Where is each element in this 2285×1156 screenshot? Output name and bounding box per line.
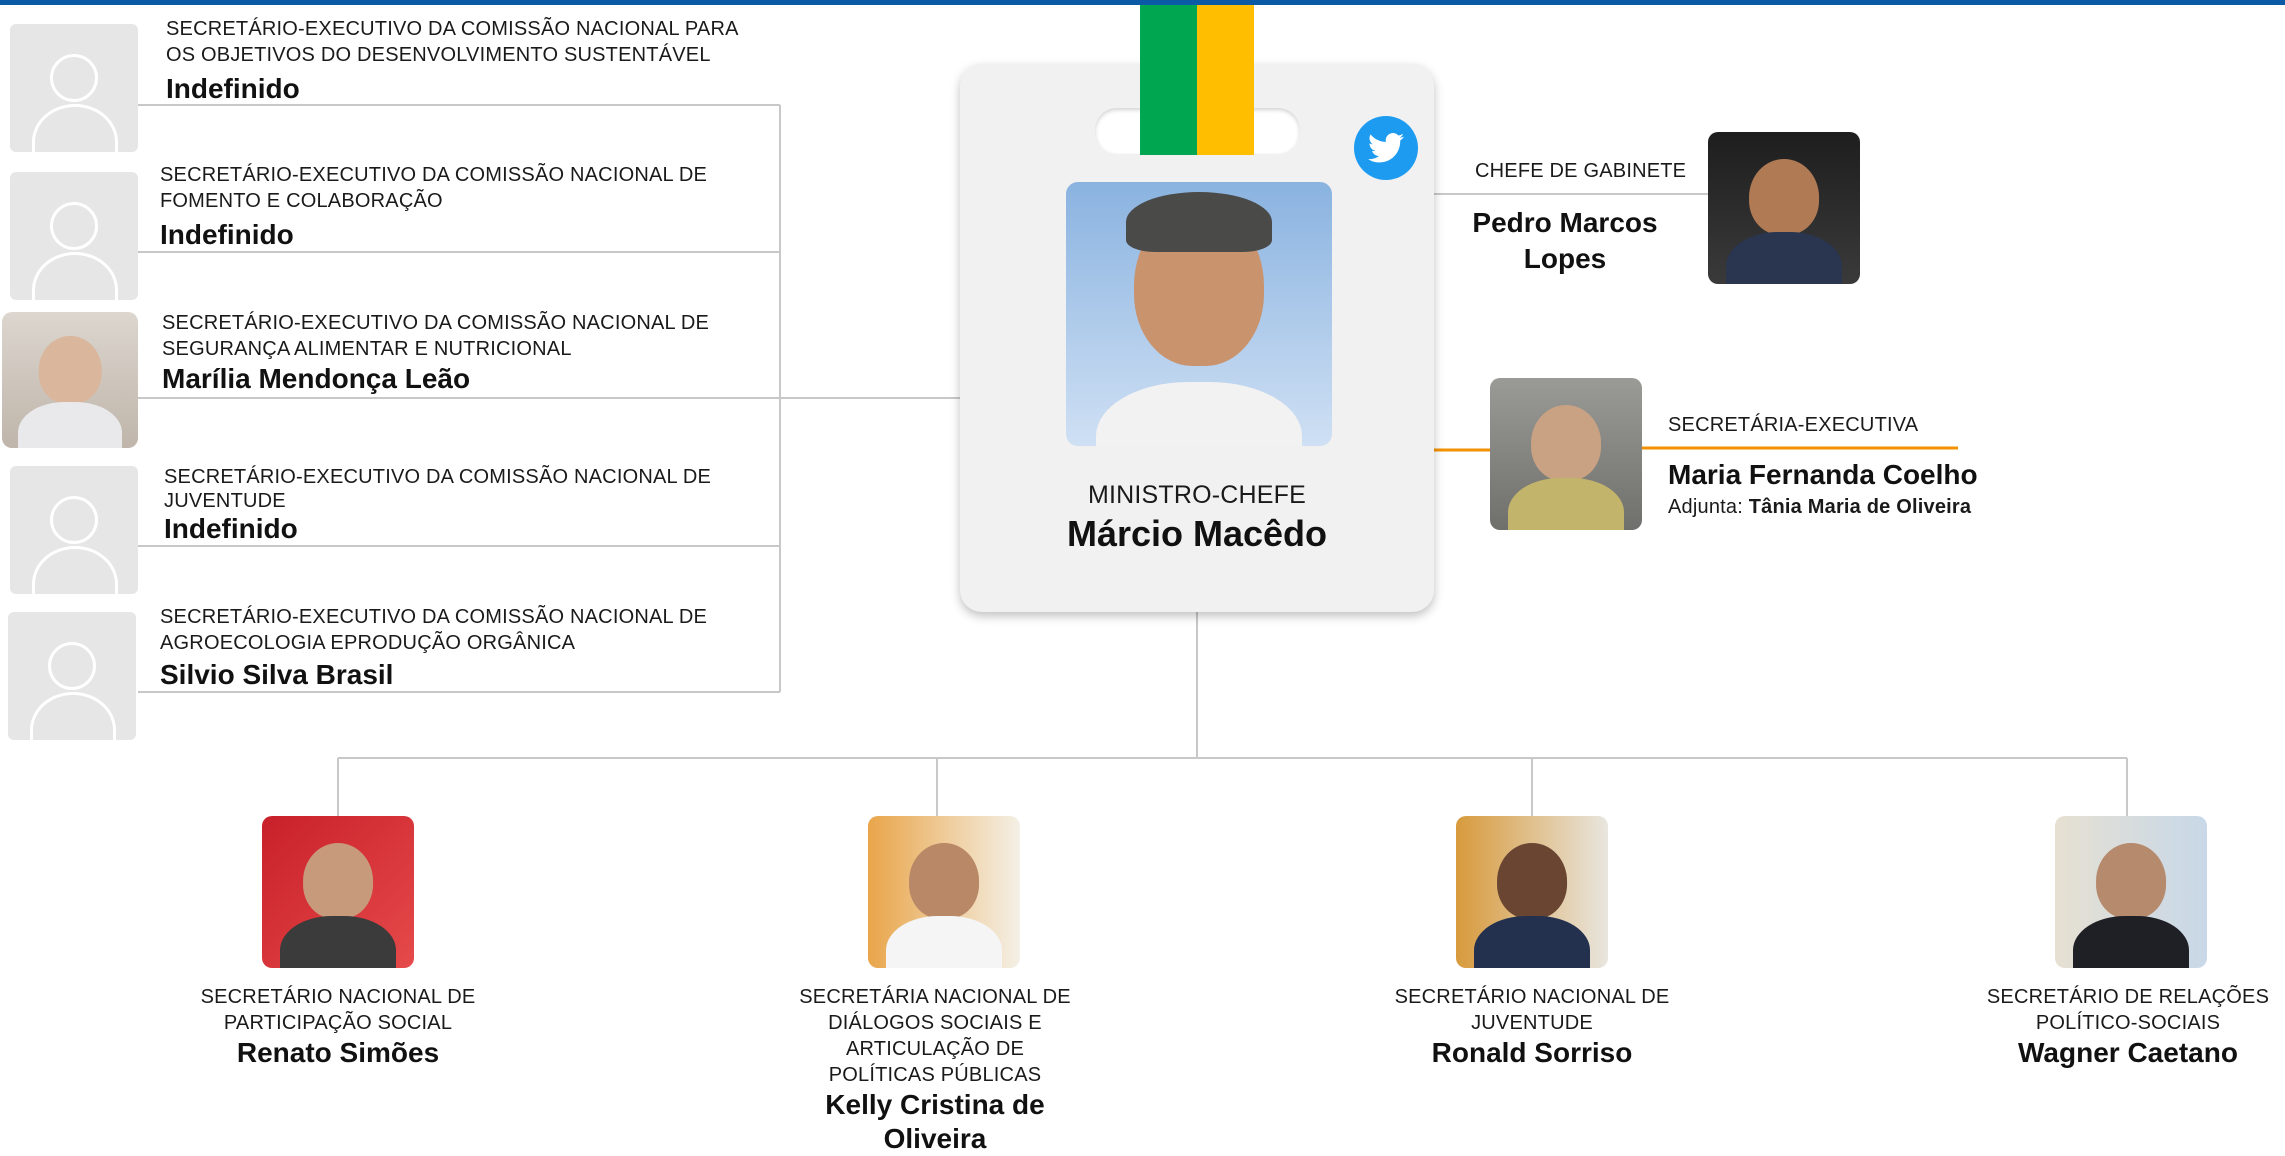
secretary-2-name-line2: Oliveira [883, 1123, 987, 1154]
executive-role: SECRETÁRIA-EXECUTIVA [1668, 414, 1919, 436]
avatar-placeholder [10, 172, 138, 300]
secretary-3-role-line1: SECRETÁRIO NACIONAL DE [1394, 986, 1670, 1008]
ribbon-yellow [1197, 5, 1254, 155]
secretary-2-role-line2: DIÁLOGOS SOCIAIS E [828, 1012, 1042, 1034]
executive-deputy: Adjunta: Tânia Maria de Oliveira [1668, 494, 1971, 520]
secretary-2-role-line4: POLÍTICAS PÚBLICAS [828, 1064, 1042, 1086]
commission-5-name: Silvio Silva Brasil [160, 659, 394, 690]
portrait-photo [1708, 132, 1860, 284]
avatar-placeholder [10, 24, 138, 152]
chief-of-staff-name-line1: Pedro Marcos [1472, 207, 1658, 238]
chief-of-staff-role: CHEFE DE GABINETE [1475, 160, 1687, 182]
avatar-placeholder [8, 612, 136, 740]
secretary-2-role-line3: ARTICULAÇÃO DE [845, 1038, 1025, 1060]
commission-3-name: Marília Mendonça Leão [162, 363, 471, 394]
minister-name: Márcio Macêdo [1066, 513, 1328, 554]
secretary-4-role-line2: POLÍTICO-SOCIAIS [2035, 1012, 2221, 1034]
secretary-4-name: Wagner Caetano [2018, 1037, 2238, 1068]
portrait-photo [868, 816, 1020, 968]
portrait-photo [1456, 816, 1608, 968]
chief-of-staff-name-line2: Lopes [1523, 243, 1607, 274]
commission-3-role-line2: SEGURANÇA ALIMENTAR E NUTRICIONAL [162, 338, 572, 360]
portrait-photo [2055, 816, 2207, 968]
secretary-2-role-line1: SECRETÁRIA NACIONAL DE [799, 986, 1071, 1008]
commission-2-role-line2: FOMENTO E COLABORAÇÃO [160, 190, 443, 212]
secretary-2-name-line1: Kelly Cristina de [825, 1089, 1045, 1120]
avatar-placeholder [10, 466, 138, 594]
minister-role: MINISTRO-CHEFE [1087, 481, 1307, 509]
commission-2-name: Indefinido [160, 219, 294, 250]
twitter-icon[interactable] [1354, 116, 1418, 180]
commission-4-role-line1: SECRETÁRIO-EXECUTIVO DA COMISSÃO NACIONA… [164, 466, 712, 488]
portrait-photo [262, 816, 414, 968]
commission-5-role-line1: SECRETÁRIO-EXECUTIVO DA COMISSÃO NACIONA… [160, 606, 708, 628]
commission-1-role-line1: SECRETÁRIO-EXECUTIVO DA COMISSÃO NACIONA… [166, 18, 739, 40]
commission-1-role-line2: OS OBJETIVOS DO DESENVOLVIMENTO SUSTENTÁ… [166, 44, 711, 66]
secretary-4-role-line1: SECRETÁRIO DE RELAÇÕES [1986, 986, 2270, 1008]
secretary-3-name: Ronald Sorriso [1431, 1037, 1633, 1068]
executive-name: Maria Fernanda Coelho [1668, 459, 1978, 490]
commission-3-role-line1: SECRETÁRIO-EXECUTIVO DA COMISSÃO NACIONA… [162, 312, 710, 334]
secretary-3-role-line2: JUVENTUDE [1471, 1012, 1593, 1034]
secretary-1-name: Renato Simões [236, 1037, 440, 1068]
secretary-1-role-line1: SECRETÁRIO NACIONAL DE [200, 986, 476, 1008]
portrait-photo [1490, 378, 1642, 530]
ribbon-green [1140, 5, 1197, 155]
deputy-label: Adjunta: [1668, 496, 1743, 518]
commission-5-role-line2: AGROECOLOGIA EPRODUÇÃO ORGÂNICA [160, 632, 576, 654]
secretary-1-role-line2: PARTICIPAÇÃO SOCIAL [223, 1012, 453, 1034]
minister-photo [1066, 182, 1332, 446]
commission-4-name: Indefinido [164, 513, 298, 544]
deputy-name: Tânia Maria de Oliveira [1748, 496, 1972, 518]
commission-1-name: Indefinido [166, 73, 300, 104]
commission-2-role-line1: SECRETÁRIO-EXECUTIVO DA COMISSÃO NACIONA… [160, 164, 708, 186]
portrait-photo [2, 312, 138, 448]
commission-4-role-line2: JUVENTUDE [164, 490, 286, 512]
